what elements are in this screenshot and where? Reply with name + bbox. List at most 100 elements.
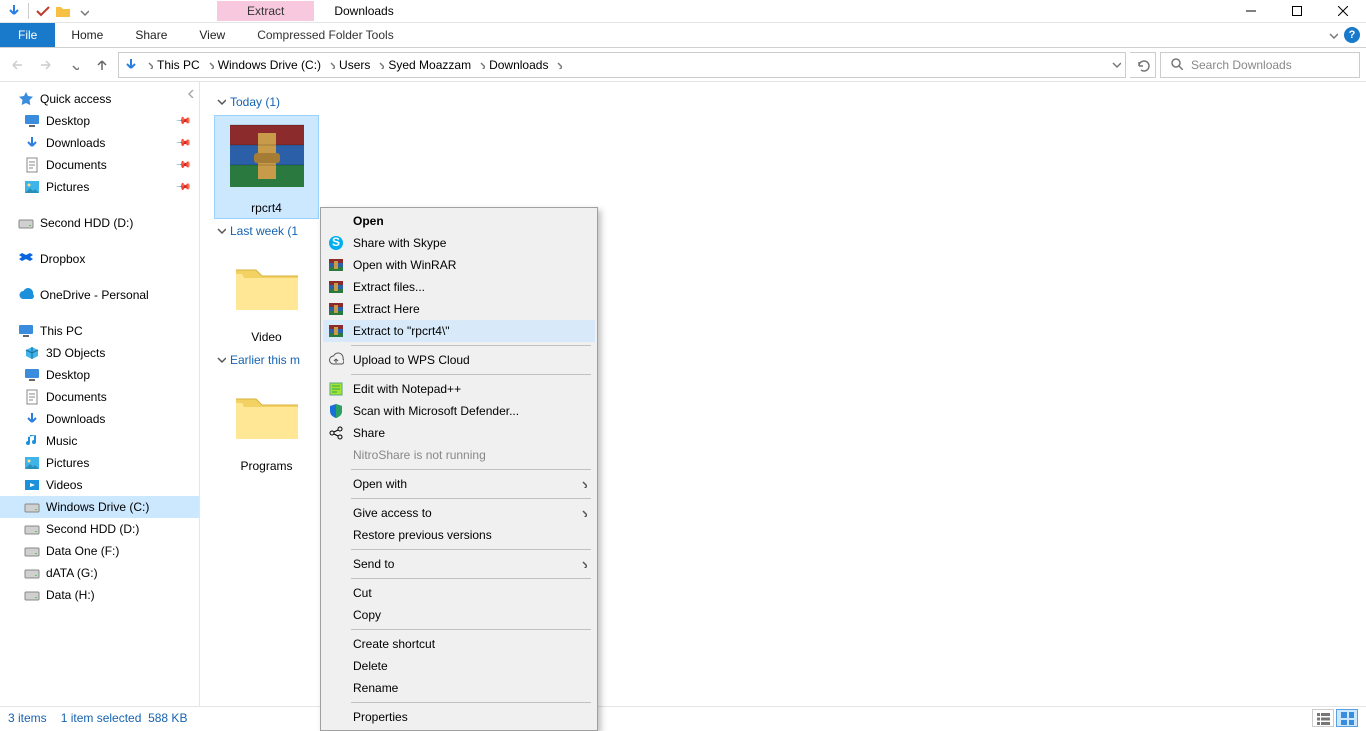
sidebar-item[interactable]: Downloads — [0, 408, 199, 430]
breadcrumb[interactable]: This PC — [153, 58, 204, 72]
context-tab-extract[interactable]: Extract — [217, 1, 314, 21]
sidebar-item[interactable]: 3D Objects — [0, 342, 199, 364]
sidebar-item[interactable]: dATA (G:) — [0, 562, 199, 584]
menu-item-icon — [327, 584, 345, 602]
nav-up-button[interactable] — [90, 53, 114, 77]
close-button[interactable] — [1320, 0, 1366, 23]
window-title: Downloads — [314, 1, 413, 21]
breadcrumb[interactable]: Syed Moazzam — [384, 58, 475, 72]
file-item[interactable]: Video — [214, 244, 319, 348]
sidebar-item[interactable]: Windows Drive (C:) — [0, 496, 199, 518]
sidebar-item[interactable]: Documents — [0, 386, 199, 408]
sidebar-onedrive[interactable]: OneDrive - Personal — [0, 284, 199, 306]
menu-item-icon — [327, 504, 345, 522]
context-menu-item[interactable]: Share — [323, 422, 595, 444]
sidebar-item[interactable]: Downloads📌 — [0, 132, 199, 154]
view-details-button[interactable] — [1312, 709, 1334, 727]
sidebar-item[interactable]: Videos — [0, 474, 199, 496]
breadcrumb[interactable]: Downloads — [485, 58, 552, 72]
menu-item-icon — [327, 351, 345, 369]
context-menu-item[interactable]: Extract to "rpcrt4\" — [323, 320, 595, 342]
refresh-button[interactable] — [1130, 52, 1156, 78]
sidebar-item[interactable]: Pictures — [0, 452, 199, 474]
context-menu-item[interactable]: Extract Here — [323, 298, 595, 320]
properties-icon[interactable] — [35, 3, 51, 19]
file-item[interactable]: rpcrt4 — [214, 115, 319, 219]
tab-share[interactable]: Share — [119, 23, 183, 47]
nav-history-dropdown[interactable] — [62, 53, 86, 77]
sidebar-dropbox[interactable]: Dropbox — [0, 248, 199, 270]
crumb-chevron-icon[interactable] — [325, 58, 335, 72]
down-arrow-icon[interactable] — [6, 3, 22, 19]
sidebar-quick-access[interactable]: Quick access — [0, 88, 199, 110]
new-folder-icon[interactable] — [55, 3, 71, 19]
sidebar-this-pc[interactable]: This PC — [0, 320, 199, 342]
pin-icon: 📌 — [174, 179, 191, 196]
crumb-chevron-icon[interactable] — [143, 58, 153, 72]
sidebar-second-hdd[interactable]: Second HDD (D:) — [0, 212, 199, 234]
context-menu-item[interactable]: Edit with Notepad++ — [323, 378, 595, 400]
ribbon-expand-icon[interactable] — [1326, 28, 1338, 43]
crumb-chevron-icon[interactable] — [204, 58, 214, 72]
sidebar-item[interactable]: Music — [0, 430, 199, 452]
file-item[interactable]: Programs — [214, 373, 319, 477]
context-menu-item[interactable]: Restore previous versions — [323, 524, 595, 546]
address-dropdown-icon[interactable] — [1109, 57, 1121, 72]
qat-customize-icon[interactable] — [75, 3, 91, 19]
tab-file[interactable]: File — [0, 23, 55, 47]
sidebar-item[interactable]: Pictures📌 — [0, 176, 199, 198]
status-bar: 3 items 1 item selected 588 KB — [0, 706, 1366, 728]
crumb-chevron-icon[interactable] — [475, 58, 485, 72]
help-icon[interactable]: ? — [1344, 27, 1360, 43]
crumb-chevron-icon[interactable] — [374, 58, 384, 72]
view-large-icons-button[interactable] — [1336, 709, 1358, 727]
context-menu-item[interactable]: Give access to — [323, 502, 595, 524]
sidebar-item[interactable]: Data One (F:) — [0, 540, 199, 562]
context-menu-item[interactable]: Open — [323, 210, 595, 232]
folder-icon — [24, 113, 40, 129]
context-menu-item[interactable]: Scan with Microsoft Defender... — [323, 400, 595, 422]
breadcrumb[interactable]: Windows Drive (C:) — [214, 58, 325, 72]
sidebar-item[interactable]: Documents📌 — [0, 154, 199, 176]
sidebar-item[interactable]: Second HDD (D:) — [0, 518, 199, 540]
maximize-button[interactable] — [1274, 0, 1320, 23]
menu-item-icon — [327, 526, 345, 544]
menu-item-label: Send to — [353, 557, 569, 571]
context-menu-item[interactable]: Send to — [323, 553, 595, 575]
context-menu-item[interactable]: Cut — [323, 582, 595, 604]
context-menu-item[interactable]: Create shortcut — [323, 633, 595, 655]
sidebar-item-label: Desktop — [46, 368, 90, 382]
sidebar-item[interactable]: Data (H:) — [0, 584, 199, 606]
sidebar-item[interactable]: Desktop📌 — [0, 110, 199, 132]
context-menu-item[interactable]: Upload to WPS Cloud — [323, 349, 595, 371]
tab-view[interactable]: View — [183, 23, 241, 47]
nav-forward-button[interactable] — [34, 53, 58, 77]
context-menu-item[interactable]: Extract files... — [323, 276, 595, 298]
search-input[interactable]: Search Downloads — [1160, 52, 1360, 78]
sidebar-item[interactable]: Desktop — [0, 364, 199, 386]
title-tabs: Extract Downloads — [217, 1, 414, 21]
menu-item-icon — [327, 635, 345, 653]
context-menu-item[interactable]: Open with — [323, 473, 595, 495]
tab-home[interactable]: Home — [55, 23, 119, 47]
context-menu-item[interactable]: Delete — [323, 655, 595, 677]
menu-item-label: Cut — [353, 586, 587, 600]
context-menu-item[interactable]: Rename — [323, 677, 595, 699]
nav-back-button[interactable] — [6, 53, 30, 77]
context-menu-item[interactable]: Open with WinRAR — [323, 254, 595, 276]
minimize-button[interactable] — [1228, 0, 1274, 23]
address-bar[interactable]: This PC Windows Drive (C:) Users Syed Moazz… — [118, 52, 1126, 78]
context-menu-item[interactable]: Properties — [323, 706, 595, 728]
group-header[interactable]: Today (1) — [214, 94, 1352, 109]
context-menu-item[interactable]: Share with Skype — [323, 232, 595, 254]
tab-compressed-tools[interactable]: Compressed Folder Tools — [241, 23, 410, 47]
context-menu-item[interactable]: Copy — [323, 604, 595, 626]
sidebar-item-label: Data One (F:) — [46, 544, 119, 558]
menu-item-label: Upload to WPS Cloud — [353, 353, 587, 367]
chevron-down-icon — [214, 352, 226, 367]
star-icon — [18, 91, 34, 107]
breadcrumb[interactable]: Users — [335, 58, 374, 72]
crumb-chevron-icon[interactable] — [552, 58, 562, 72]
menu-item-label: Delete — [353, 659, 587, 673]
sidebar-label: Quick access — [40, 92, 111, 106]
